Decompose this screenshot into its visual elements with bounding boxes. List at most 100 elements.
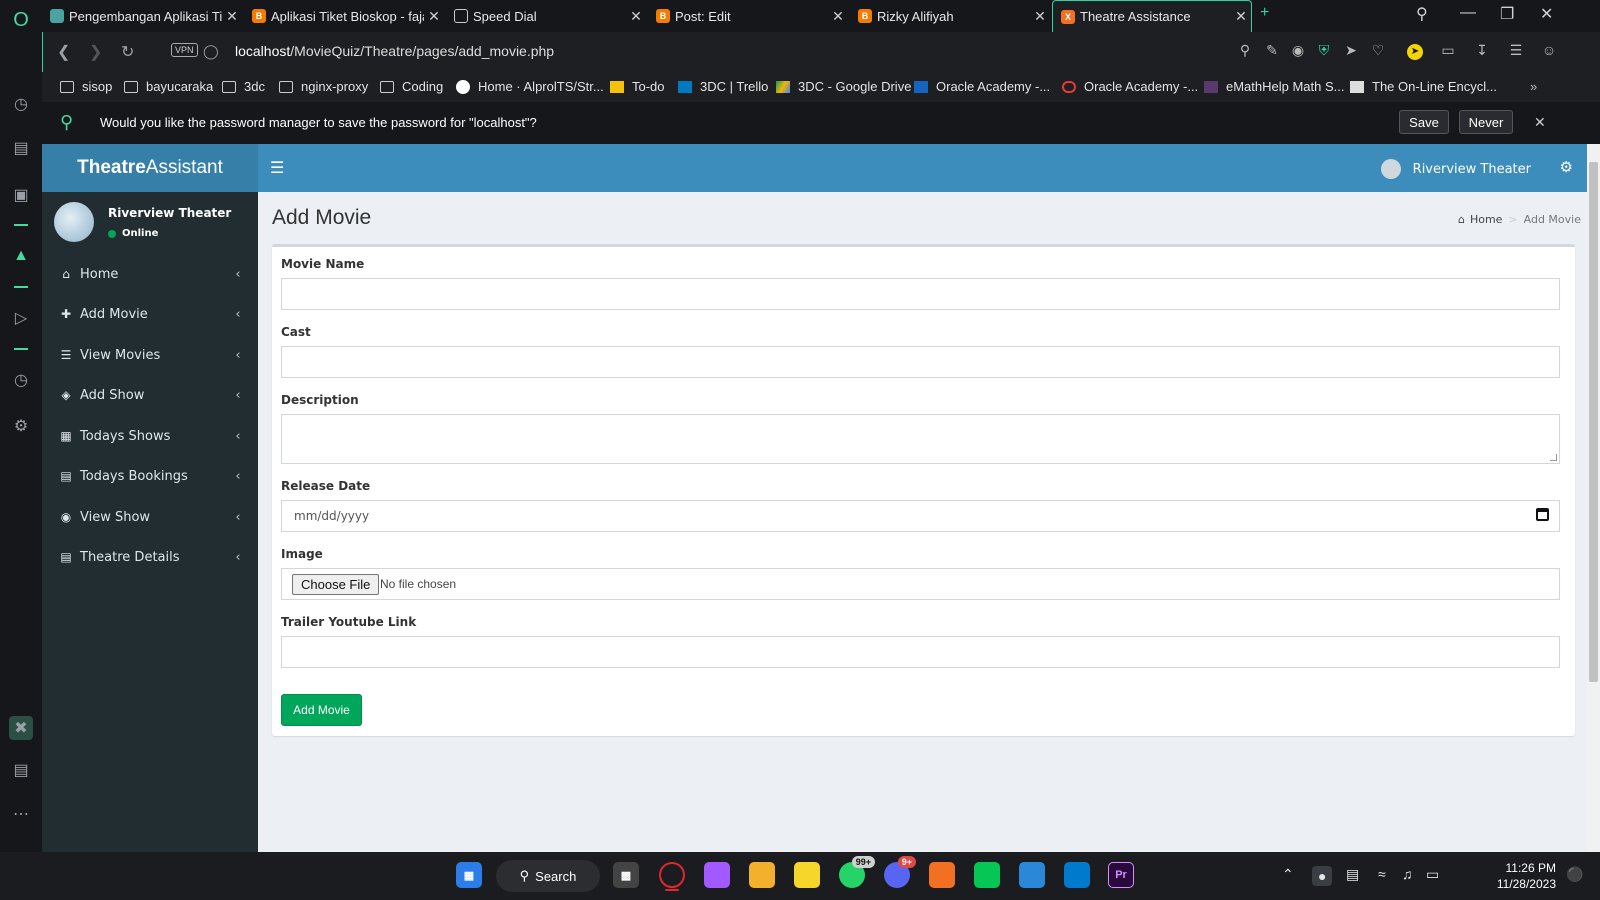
minimize-icon[interactable]: —: [1460, 4, 1476, 22]
profile-icon[interactable]: ☺: [1540, 42, 1558, 58]
opera-logo-icon[interactable]: O: [9, 8, 33, 32]
globe-icon[interactable]: ◯: [203, 43, 219, 60]
window-close-icon[interactable]: ✕: [1540, 4, 1553, 24]
camera-icon[interactable]: ◉: [1289, 42, 1307, 59]
never-save-button[interactable]: Never: [1459, 110, 1513, 134]
battery-icon[interactable]: ▭: [1426, 866, 1439, 883]
close-icon[interactable]: ✕: [222, 8, 242, 25]
forward-icon[interactable]: ❯: [89, 42, 102, 62]
chip-icon[interactable]: ▣: [9, 183, 33, 207]
sidebar-item-home[interactable]: ⌂ Home ‹: [42, 254, 258, 294]
settings-icon[interactable]: ⚙: [9, 414, 33, 438]
speed-dial-icon[interactable]: ◷: [9, 92, 33, 116]
notification-bell-icon[interactable]: ⚫: [1566, 866, 1583, 883]
bookmark-item[interactable]: bayucaraka: [124, 79, 213, 94]
tab-3[interactable]: B Post: Edit ✕: [648, 0, 848, 32]
sticky-notes-icon[interactable]: [794, 862, 820, 888]
trailer-link-input[interactable]: [281, 636, 1560, 668]
tab-5[interactable]: X Theatre Assistance ✕: [1052, 0, 1252, 32]
more-bookmarks-icon[interactable]: »: [1530, 79, 1537, 94]
xampp-icon[interactable]: [929, 862, 955, 888]
send-icon[interactable]: ➤: [1342, 42, 1360, 59]
close-icon[interactable]: ✕: [626, 8, 646, 25]
edit-icon[interactable]: ✎: [1263, 42, 1281, 59]
bookmark-item[interactable]: The On-Line Encycl...: [1350, 79, 1497, 94]
task-view-icon[interactable]: ▩: [613, 862, 639, 888]
add-movie-button[interactable]: Add Movie: [281, 694, 362, 726]
bookmark-item[interactable]: Home · AlprolTS/Str...: [456, 79, 604, 94]
bookmark-item[interactable]: Oracle Academy -...: [914, 79, 1050, 94]
tab-0[interactable]: Pengembangan Aplikasi Tik ✕: [42, 0, 242, 32]
gallery-icon[interactable]: ▤: [9, 758, 33, 782]
close-icon[interactable]: ✕: [1030, 8, 1050, 25]
vscode-icon[interactable]: [1064, 862, 1090, 888]
bookmark-item[interactable]: nginx-proxy: [279, 79, 368, 94]
bookmark-item[interactable]: 3DC - Google Drive: [776, 79, 911, 94]
discord-icon[interactable]: 9+: [884, 856, 916, 888]
sidebar-item-todays-shows[interactable]: ▦ Todays Shows ‹: [42, 416, 258, 456]
search-tabs-icon[interactable]: ⚲: [1416, 4, 1428, 24]
close-icon[interactable]: ✕: [1231, 8, 1251, 25]
whatsapp-icon[interactable]: 99+: [839, 856, 875, 888]
ai-bot-icon[interactable]: ▤: [9, 136, 33, 160]
line-icon[interactable]: [974, 862, 1000, 888]
release-date-input[interactable]: mm/dd/yyyy: [281, 500, 1560, 532]
history-icon[interactable]: ◷: [9, 368, 33, 392]
download-icon[interactable]: ↧: [1473, 42, 1491, 59]
calendar-icon[interactable]: [1536, 508, 1549, 521]
taskbar-search[interactable]: ⚲ Search: [496, 860, 600, 892]
aria-icon[interactable]: ▲: [9, 244, 33, 268]
zoom-icon[interactable]: ⚲: [1236, 42, 1254, 59]
page-scrollbar[interactable]: [1587, 144, 1600, 852]
sidebar-item-add-show[interactable]: ◈ Add Show ‹: [42, 375, 258, 415]
sidebar-item-add-movie[interactable]: ✚ Add Movie ‹: [42, 294, 258, 334]
cast-input[interactable]: [281, 346, 1560, 378]
reload-icon[interactable]: ↻: [121, 42, 134, 62]
premiere-icon[interactable]: Pr: [1108, 862, 1134, 888]
movie-name-input[interactable]: [281, 278, 1560, 310]
extension-icon[interactable]: ➤: [1407, 44, 1423, 60]
url-field[interactable]: localhost/MovieQuiz/Theatre/pages/add_mo…: [235, 43, 554, 59]
restore-icon[interactable]: ❐: [1500, 4, 1514, 24]
shield-icon[interactable]: ⛨: [1315, 42, 1333, 59]
more-icon[interactable]: ⋯: [9, 802, 33, 826]
breadcrumb-home[interactable]: Home: [1470, 213, 1502, 226]
heart-icon[interactable]: ♡: [1369, 42, 1387, 59]
bookmark-item[interactable]: 3dc: [222, 79, 265, 94]
notepad-icon[interactable]: [1019, 862, 1045, 888]
sidebar-item-todays-bookings[interactable]: ▤ Todays Bookings ‹: [42, 456, 258, 496]
vpn-badge[interactable]: VPN: [171, 43, 198, 57]
gears-icon[interactable]: ⚙: [1560, 158, 1573, 176]
windows-start-icon[interactable]: ▦: [456, 862, 482, 888]
sidebar-toggle-icon[interactable]: ☰: [270, 158, 284, 177]
resize-handle-icon[interactable]: [1550, 454, 1557, 461]
sidebar-item-view-show[interactable]: ◉ View Show ‹: [42, 497, 258, 537]
bookmark-item[interactable]: 3DC | Trello: [678, 79, 768, 94]
figma-icon[interactable]: [704, 862, 730, 888]
chevron-up-icon[interactable]: ⌃: [1282, 866, 1294, 883]
tab-4[interactable]: B Rizky Alifiyah ✕: [850, 0, 1050, 32]
bookmark-item[interactable]: To-do: [610, 79, 665, 94]
bookmark-item[interactable]: Coding: [380, 79, 443, 94]
close-icon[interactable]: ✕: [424, 8, 444, 25]
bookmark-item[interactable]: sisop: [60, 79, 112, 94]
tab-1[interactable]: B Aplikasi Tiket Bioskop - faja ✕: [244, 0, 444, 32]
extension-icon[interactable]: ✖: [9, 716, 33, 740]
keyboard-icon[interactable]: ▤: [1346, 866, 1359, 883]
easy-setup-icon[interactable]: ☰: [1507, 42, 1525, 59]
description-textarea[interactable]: [281, 414, 1560, 464]
image-file-input[interactable]: Choose File No file chosen: [281, 568, 1560, 600]
app-logo[interactable]: Theatre Assistant: [42, 144, 258, 192]
file-explorer-icon[interactable]: [749, 862, 775, 888]
tab-2[interactable]: Speed Dial ✕: [446, 0, 646, 32]
bookmark-item[interactable]: eMathHelp Math S...: [1204, 79, 1345, 94]
wifi-icon[interactable]: ≈: [1378, 866, 1386, 882]
close-icon[interactable]: ✕: [1534, 114, 1546, 131]
back-icon[interactable]: ❮: [57, 42, 70, 62]
save-password-button[interactable]: Save: [1399, 110, 1449, 134]
sidebar-item-view-movies[interactable]: ☰ View Movies ‹: [42, 335, 258, 375]
user-menu[interactable]: Riverview Theater: [1380, 159, 1531, 179]
scrollbar-thumb[interactable]: [1589, 162, 1598, 682]
taskbar-clock[interactable]: 11:26 PM 11/28/2023: [1486, 860, 1556, 892]
bookmark-item[interactable]: Oracle Academy -...: [1062, 79, 1198, 94]
